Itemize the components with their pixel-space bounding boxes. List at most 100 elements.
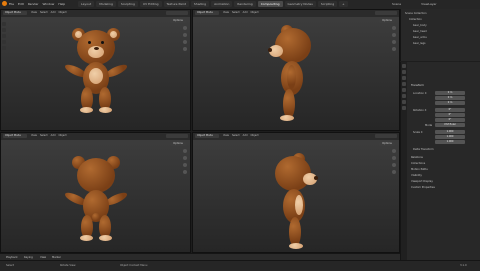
tab-scripting[interactable]: Scripting xyxy=(317,1,338,7)
world-tab-icon[interactable] xyxy=(402,88,406,92)
select-menu[interactable]: Select xyxy=(232,134,240,137)
scale-y-field[interactable]: 1.000 xyxy=(435,135,465,139)
menu-help[interactable]: Help xyxy=(58,2,65,6)
tab-uv-editing[interactable]: UV Editing xyxy=(139,1,162,7)
menu-render[interactable]: Render xyxy=(28,2,39,6)
tool-tab-icon[interactable] xyxy=(402,64,406,68)
shading-buttons[interactable] xyxy=(375,11,397,15)
object-menu[interactable]: Object xyxy=(59,11,67,14)
options-button[interactable]: Options xyxy=(170,142,186,146)
tab-geometry-nodes[interactable]: Geometry Nodes xyxy=(284,1,316,7)
options-button[interactable]: Options xyxy=(379,142,395,146)
custom-properties-panel[interactable]: Custom Properties xyxy=(411,186,435,189)
scene-tab-icon[interactable] xyxy=(402,82,406,86)
mode-selector[interactable]: Object Mode xyxy=(3,134,27,138)
mode-selector[interactable]: Object Mode xyxy=(3,11,27,15)
outliner-item[interactable]: bear_body xyxy=(413,24,427,27)
outliner-item[interactable]: bear_arms xyxy=(413,36,427,39)
add-menu[interactable]: Add xyxy=(51,11,56,14)
outliner-item-collection[interactable]: Collection xyxy=(409,18,422,21)
output-tab-icon[interactable] xyxy=(402,76,406,80)
rotation-mode-select[interactable]: XYZ Euler xyxy=(435,123,465,127)
rotation-y-field[interactable]: 0° xyxy=(435,113,465,117)
keying-menu[interactable]: Keying xyxy=(24,256,33,259)
rotation-x-field[interactable]: 0° xyxy=(435,108,465,112)
object-menu[interactable]: Object xyxy=(251,134,259,137)
add-workspace-button[interactable]: + xyxy=(339,1,348,7)
motion-paths-panel[interactable]: Motion Paths xyxy=(411,168,428,171)
object-tab-icon[interactable] xyxy=(402,94,406,98)
tab-rendering[interactable]: Rendering xyxy=(234,1,256,7)
select-menu[interactable]: Select xyxy=(40,134,48,137)
teddy-bear-model-side[interactable] xyxy=(263,23,323,128)
modifier-tab-icon[interactable] xyxy=(402,100,406,104)
shading-buttons[interactable] xyxy=(166,11,188,15)
tab-sculpting[interactable]: Sculpting xyxy=(117,1,138,7)
view-menu[interactable]: View xyxy=(31,134,37,137)
playback-menu[interactable]: Playback xyxy=(6,256,18,259)
navigation-gizmo[interactable] xyxy=(392,149,396,177)
viewport-side-right[interactable]: Object Mode View Select Add Object Optio… xyxy=(192,132,400,253)
rotate-tool-icon[interactable] xyxy=(2,40,6,44)
marker-menu[interactable]: Marker xyxy=(52,256,61,259)
select-tool-icon[interactable] xyxy=(2,22,6,26)
object-menu[interactable]: Object xyxy=(251,11,259,14)
tab-texture-paint[interactable]: Texture Paint xyxy=(163,1,189,7)
navigation-gizmo[interactable] xyxy=(183,149,187,177)
relations-panel[interactable]: Relations xyxy=(411,156,423,159)
tab-shading[interactable]: Shading xyxy=(190,1,210,7)
location-z-field[interactable]: 0 m xyxy=(435,101,465,105)
menu-file[interactable]: File xyxy=(9,2,14,6)
transform-section-header[interactable]: Transform xyxy=(411,84,424,87)
scale-x-field[interactable]: 1.000 xyxy=(435,130,465,134)
scale-z-field[interactable]: 1.000 xyxy=(435,140,465,144)
select-menu[interactable]: Select xyxy=(232,11,240,14)
object-menu[interactable]: Object xyxy=(59,134,67,137)
view-menu[interactable]: View xyxy=(223,134,229,137)
shading-buttons[interactable] xyxy=(166,134,188,138)
move-tool-icon[interactable] xyxy=(2,34,6,38)
add-menu[interactable]: Add xyxy=(51,134,56,137)
outliner-root[interactable]: Scene Collection xyxy=(405,12,427,15)
view-menu[interactable]: View xyxy=(223,11,229,14)
teddy-bear-model-front[interactable] xyxy=(61,25,131,125)
material-tab-icon[interactable] xyxy=(402,106,406,110)
viewport-side[interactable]: Object Mode View Select Add Object Optio… xyxy=(192,9,400,131)
outliner-item[interactable]: bear_head xyxy=(413,30,427,33)
navigation-gizmo[interactable] xyxy=(183,26,187,54)
tab-layout[interactable]: Layout xyxy=(78,1,95,7)
view-layer-selector[interactable]: ViewLayer xyxy=(421,2,436,6)
outliner-item[interactable]: bear_legs xyxy=(413,42,426,45)
view-menu[interactable]: View xyxy=(40,256,46,259)
tab-compositing[interactable]: Compositing xyxy=(257,1,283,7)
location-x-field[interactable]: 0 m xyxy=(435,91,465,95)
scale-tool-icon[interactable] xyxy=(2,46,6,50)
teddy-bear-model-side-right[interactable] xyxy=(265,151,325,251)
menu-edit[interactable]: Edit xyxy=(18,2,24,6)
select-menu[interactable]: Select xyxy=(40,11,48,14)
scene-selector[interactable]: Scene xyxy=(392,2,401,6)
collections-panel[interactable]: Collections xyxy=(411,162,425,165)
add-menu[interactable]: Add xyxy=(243,134,248,137)
view-menu[interactable]: View xyxy=(31,11,37,14)
location-y-field[interactable]: 0 m xyxy=(435,96,465,100)
viewport-back[interactable]: Object Mode View Select Add Object Optio… xyxy=(0,132,191,253)
shading-buttons[interactable] xyxy=(375,134,397,138)
options-button[interactable]: Options xyxy=(170,19,186,23)
visibility-panel[interactable]: Visibility xyxy=(411,174,422,177)
add-menu[interactable]: Add xyxy=(243,11,248,14)
options-button[interactable]: Options xyxy=(379,19,395,23)
mode-selector[interactable]: Object Mode xyxy=(195,134,219,138)
navigation-gizmo[interactable] xyxy=(392,26,396,54)
viewport-display-panel[interactable]: Viewport Display xyxy=(411,180,433,183)
cursor-tool-icon[interactable] xyxy=(2,28,6,32)
blender-logo-icon[interactable] xyxy=(2,1,7,6)
mode-selector[interactable]: Object Mode xyxy=(195,11,219,15)
teddy-bear-model-back[interactable] xyxy=(61,153,131,251)
viewport-front[interactable]: Object Mode View Select Add Object Optio… xyxy=(0,9,191,131)
tab-animation[interactable]: Animation xyxy=(211,1,233,7)
delta-transform-panel[interactable]: Delta Transform xyxy=(413,148,434,151)
menu-window[interactable]: Window xyxy=(43,2,55,6)
render-tab-icon[interactable] xyxy=(402,70,406,74)
tab-modeling[interactable]: Modeling xyxy=(96,1,116,7)
